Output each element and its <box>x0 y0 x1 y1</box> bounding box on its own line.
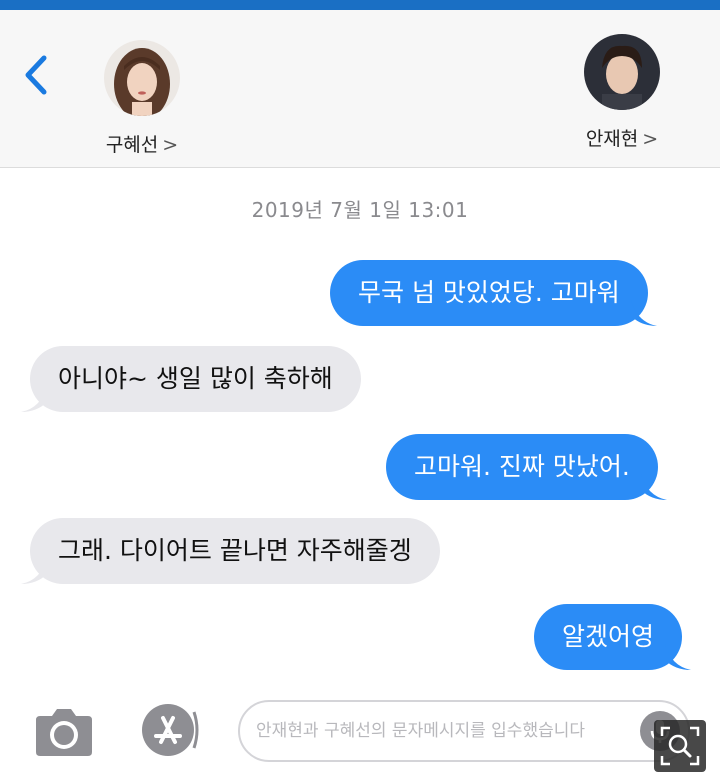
message-timestamp: 2019년 7월 1일 13:01 <box>251 198 469 222</box>
message-text: 알겠어영 <box>562 622 655 651</box>
conversation-header: 구혜선 > 안재현 > <box>0 10 720 168</box>
camera-icon <box>36 709 92 756</box>
app-store-icon <box>142 704 199 756</box>
app-store-button[interactable] <box>134 702 206 758</box>
contact-left[interactable]: 구혜선 > <box>72 40 212 157</box>
chevron-left-icon <box>25 55 47 95</box>
contact-right[interactable]: 안재현 > <box>552 34 692 151</box>
zoom-icon <box>660 726 700 766</box>
message-bubble-sent[interactable]: 알겠어영 <box>534 604 692 670</box>
camera-button[interactable] <box>32 706 96 758</box>
message-text: 아니야~ 생일 많이 축하해 <box>58 364 333 393</box>
message-bubble-sent[interactable]: 고마워. 진짜 맛났어. <box>386 434 667 500</box>
input-placeholder: 안재현과 구혜선의 문자메시지를 입수했습니다 <box>256 721 586 741</box>
message-text: 고마워. 진짜 맛났어. <box>414 452 630 481</box>
chevron-right-icon: > <box>162 134 179 156</box>
bubble-tail <box>21 558 47 584</box>
message-bubble-received[interactable]: 아니야~ 생일 많이 축하해 <box>21 346 361 412</box>
contact-name: 안재현 > <box>585 128 659 150</box>
zoom-button[interactable] <box>654 720 706 772</box>
contact-name: 구혜선 > <box>105 134 179 156</box>
composer-bar: 안재현과 구혜선의 문자메시지를 입수했습니다 <box>0 688 720 782</box>
message-bubble-sent[interactable]: 무국 넘 맛있었당. 고마워 <box>330 260 657 326</box>
message-bubble-received[interactable]: 그래. 다이어트 끝나면 자주해줄겡 <box>21 518 440 584</box>
status-strip <box>0 0 720 10</box>
bubble-tail <box>630 300 657 326</box>
bubble-tail <box>21 386 47 412</box>
back-button[interactable] <box>18 50 58 100</box>
chevron-right-icon: > <box>642 128 659 150</box>
avatar <box>584 34 660 110</box>
message-text: 그래. 다이어트 끝나면 자주해줄겡 <box>58 536 412 565</box>
avatar <box>104 40 180 116</box>
message-input[interactable]: 안재현과 구혜선의 문자메시지를 입수했습니다 <box>238 700 690 762</box>
bubble-tail <box>640 474 667 500</box>
bubble-tail <box>665 644 692 670</box>
message-text: 무국 넘 맛있었당. 고마워 <box>358 278 620 307</box>
